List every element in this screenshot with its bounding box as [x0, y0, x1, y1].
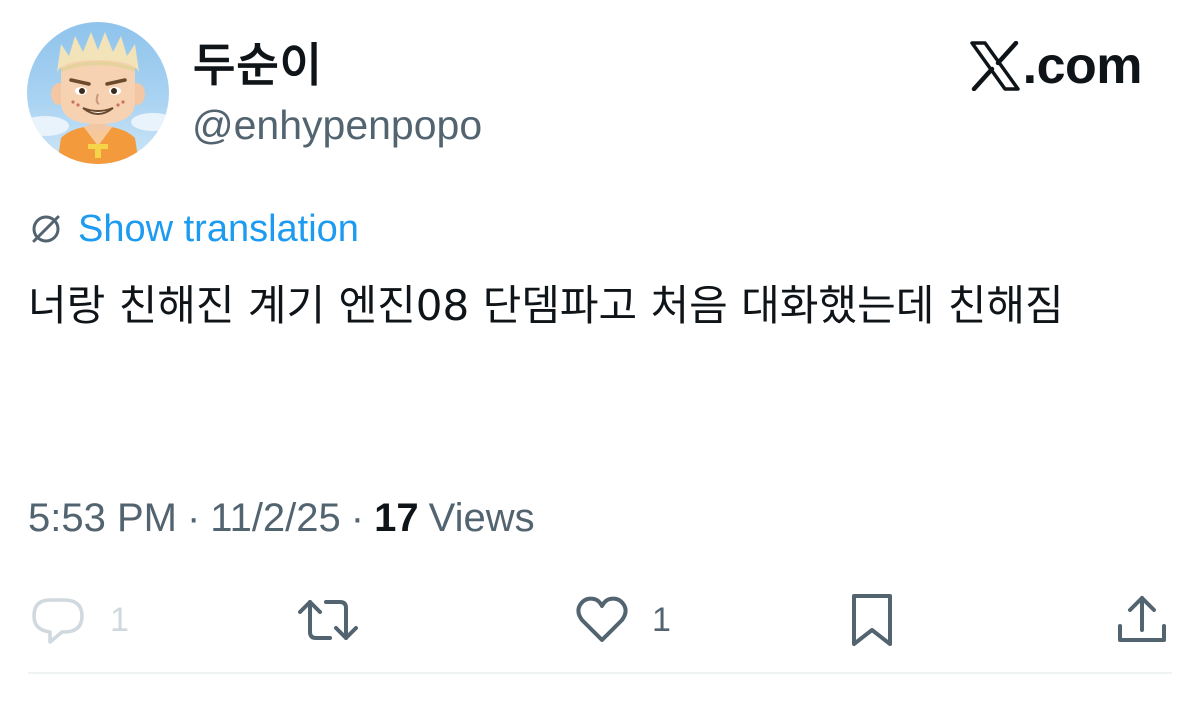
action-bar: 1 1 — [0, 590, 1200, 650]
display-name[interactable]: 두순이 — [193, 38, 323, 92]
globe-slash-icon — [32, 215, 60, 243]
bottom-divider — [28, 672, 1172, 674]
retweet-button[interactable] — [296, 590, 360, 650]
heart-icon — [576, 596, 628, 642]
bookmark-icon — [852, 594, 892, 646]
like-button[interactable]: 1 — [574, 590, 671, 650]
views-count: 17 — [374, 496, 419, 540]
meta-separator: · — [186, 496, 201, 540]
user-handle[interactable]: @enhypenpopo — [192, 100, 482, 150]
site-brand: .com — [969, 37, 1143, 95]
show-translation-link[interactable]: Show translation — [78, 205, 359, 253]
avatar[interactable] — [27, 22, 169, 164]
x-logo-icon — [969, 41, 1020, 91]
bookmark-button[interactable] — [848, 590, 896, 650]
share-button[interactable] — [1114, 590, 1170, 650]
like-count: 1 — [652, 601, 671, 639]
views-label: Views — [428, 496, 535, 540]
tweet-card: 두순이 @enhypenpopo .com Show translation 너… — [0, 0, 1200, 722]
tweet-time[interactable]: 5:53 PM — [28, 490, 177, 546]
tweet-meta: 5:53 PM · 11/2/25 · 17 Views — [28, 490, 535, 546]
translation-row[interactable]: Show translation — [28, 205, 359, 253]
tweet-date[interactable]: 11/2/25 — [210, 490, 341, 546]
meta-separator: · — [350, 496, 365, 540]
brand-domain-text: .com — [1022, 37, 1143, 95]
tweet-text: 너랑 친해진 계기 엔진08 단뎀파고 처음 대화했는데 친해짐 — [28, 281, 1064, 330]
reply-count: 1 — [110, 601, 129, 639]
share-icon — [1118, 596, 1166, 642]
reply-icon — [32, 598, 84, 644]
retweet-icon — [298, 600, 358, 640]
reply-button[interactable]: 1 — [28, 590, 129, 650]
